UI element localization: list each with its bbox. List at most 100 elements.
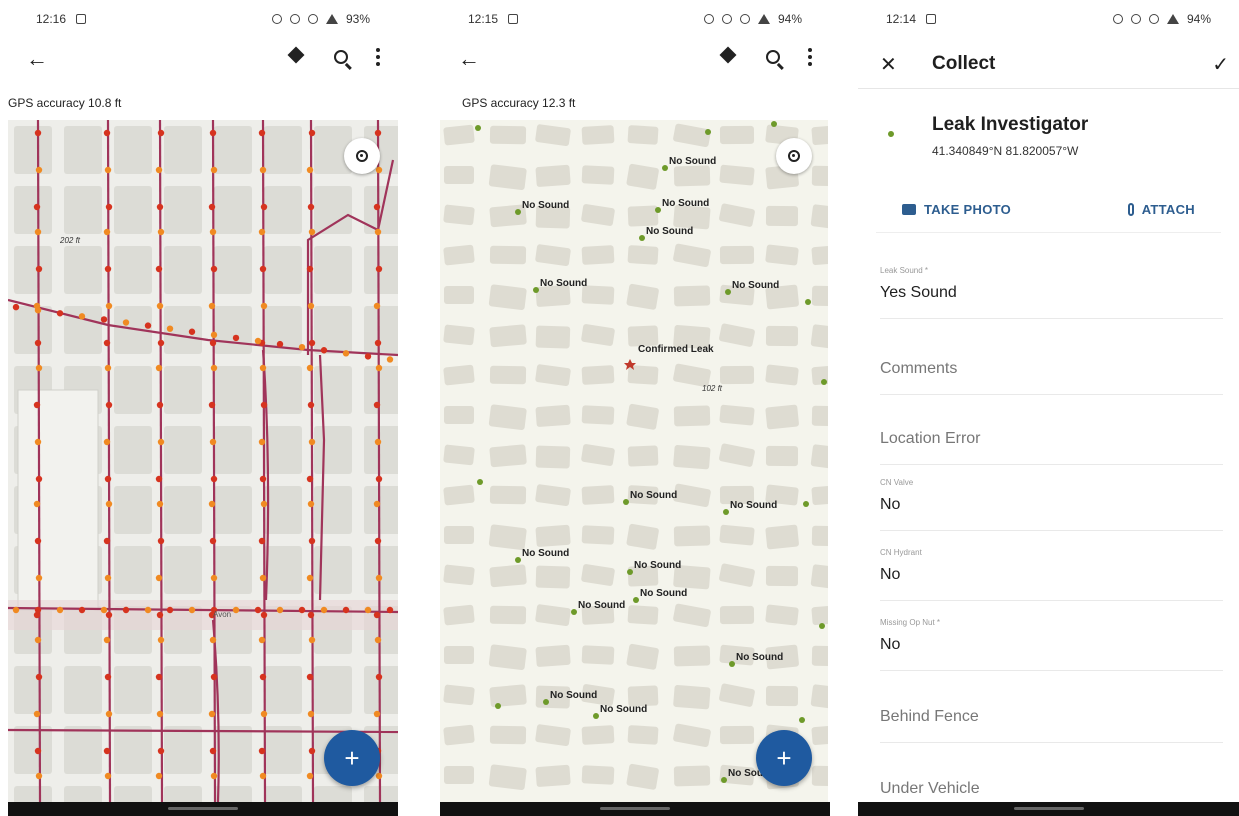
layers-icon[interactable]	[288, 48, 306, 66]
valve-node	[209, 129, 217, 137]
city-block	[164, 786, 202, 802]
back-arrow-icon[interactable]: ←	[26, 48, 48, 70]
home-gesture-pill[interactable]	[1013, 807, 1084, 810]
fitting-node	[34, 228, 42, 236]
close-icon[interactable]: ✕	[880, 52, 897, 77]
sound-survey-map[interactable]: No SoundNo Sound No SoundNo SoundNo Sound…	[440, 120, 828, 802]
fitting-node	[157, 438, 165, 446]
home-gesture-pill[interactable]	[600, 807, 670, 810]
city-block	[64, 726, 102, 774]
search-icon[interactable]	[766, 50, 780, 64]
more-options-icon[interactable]	[808, 48, 812, 66]
no-sound-label: No Sound	[730, 500, 777, 511]
add-feature-button[interactable]: +	[756, 730, 812, 786]
no-sound-label: No Sound	[646, 226, 693, 237]
fitting-node	[103, 438, 111, 446]
building-footprint	[535, 644, 571, 667]
valve-node	[373, 203, 381, 211]
form-field[interactable]: Leak Sound * Yes Sound	[880, 266, 1223, 319]
map-view[interactable]: Avon 202 ft +	[8, 120, 398, 802]
fitting-node	[156, 710, 164, 718]
form-field[interactable]: Missing Op Nut * No	[880, 618, 1223, 671]
app-bar: ←	[440, 38, 830, 82]
fitting-node	[210, 331, 218, 339]
city-block	[264, 786, 302, 802]
building-footprint	[765, 524, 799, 550]
form-field-placeholder[interactable]: Location Error	[880, 430, 1223, 448]
sound-point	[477, 479, 483, 485]
building-footprint	[489, 684, 527, 708]
city-block	[64, 126, 102, 174]
valve-node	[208, 401, 216, 409]
sound-point	[662, 165, 668, 171]
fitting-node	[144, 606, 152, 614]
valve-node	[155, 265, 163, 273]
fitting-node	[364, 353, 372, 360]
city-block	[64, 786, 102, 802]
form-field-value[interactable]: Yes Sound	[880, 284, 1223, 302]
signal-icon	[1166, 14, 1179, 24]
form-field[interactable]: Location Error	[880, 412, 1223, 465]
locate-button[interactable]	[344, 138, 380, 174]
locate-button[interactable]	[776, 138, 812, 174]
building-footprint	[489, 725, 527, 745]
building-footprint	[444, 406, 474, 424]
camera-icon	[902, 204, 916, 215]
form-field-placeholder[interactable]: Comments	[880, 360, 1223, 378]
building-footprint	[443, 484, 475, 506]
form-field-value[interactable]: No	[880, 566, 1223, 584]
battery-level: 93%	[345, 12, 370, 26]
fitting-node	[104, 166, 112, 174]
form-field[interactable]: Behind Fence	[880, 690, 1223, 743]
fitting-node	[342, 606, 350, 614]
map-view[interactable]: No Sound No Sound No Sound No Sound No Sound…	[440, 120, 828, 802]
city-block	[264, 246, 302, 294]
form-field[interactable]: CN Valve No	[880, 478, 1223, 531]
form-field-value[interactable]: No	[880, 636, 1223, 654]
city-block	[264, 186, 302, 234]
layers-icon[interactable]	[720, 48, 738, 66]
no-sound-label: No Sound	[732, 280, 779, 291]
valve-node	[34, 537, 42, 545]
home-gesture-pill[interactable]	[168, 807, 238, 810]
form-field-placeholder[interactable]: Under Vehicle	[880, 780, 1223, 798]
city-block	[264, 546, 302, 594]
form-field-value[interactable]: No	[880, 496, 1223, 514]
fitting-node	[232, 606, 240, 614]
sound-point	[627, 569, 633, 575]
building-footprint	[489, 245, 527, 265]
building-footprint	[765, 244, 799, 266]
submit-check-icon[interactable]: ✓	[1212, 52, 1229, 77]
building-footprint	[627, 445, 659, 467]
city-block	[64, 666, 102, 714]
building-footprint	[810, 324, 828, 350]
battery-level: 94%	[777, 12, 802, 26]
no-sound-label: No Sound	[600, 704, 647, 715]
fitting-node	[209, 636, 217, 644]
back-arrow-icon[interactable]: ←	[458, 48, 480, 70]
building-footprint	[719, 125, 755, 145]
fitting-node	[373, 500, 381, 508]
valve-node	[156, 203, 164, 211]
take-photo-button[interactable]: TAKE PHOTO	[902, 202, 1011, 217]
valve-node	[156, 401, 164, 409]
form-field-placeholder[interactable]: Behind Fence	[880, 708, 1223, 726]
form-field[interactable]: Comments	[880, 342, 1223, 395]
sound-point	[543, 699, 549, 705]
fitting-node	[35, 364, 43, 372]
building-footprint	[811, 605, 828, 626]
page-title: Collect	[932, 53, 996, 74]
add-feature-button[interactable]: +	[324, 730, 380, 786]
form-field[interactable]: CN Hydrant No	[880, 548, 1223, 601]
more-options-icon[interactable]	[376, 48, 380, 66]
gps-accuracy: GPS accuracy 10.8 ft	[8, 96, 122, 110]
city-block	[264, 426, 302, 474]
attach-button[interactable]: ATTACH	[1127, 202, 1195, 217]
city-block	[164, 186, 202, 234]
valve-node	[35, 265, 43, 273]
fitting-node	[103, 636, 111, 644]
city-block	[164, 726, 202, 774]
building-footprint	[443, 364, 475, 386]
pipe-network-map[interactable]: Avon	[8, 120, 398, 802]
search-icon[interactable]	[334, 50, 348, 64]
